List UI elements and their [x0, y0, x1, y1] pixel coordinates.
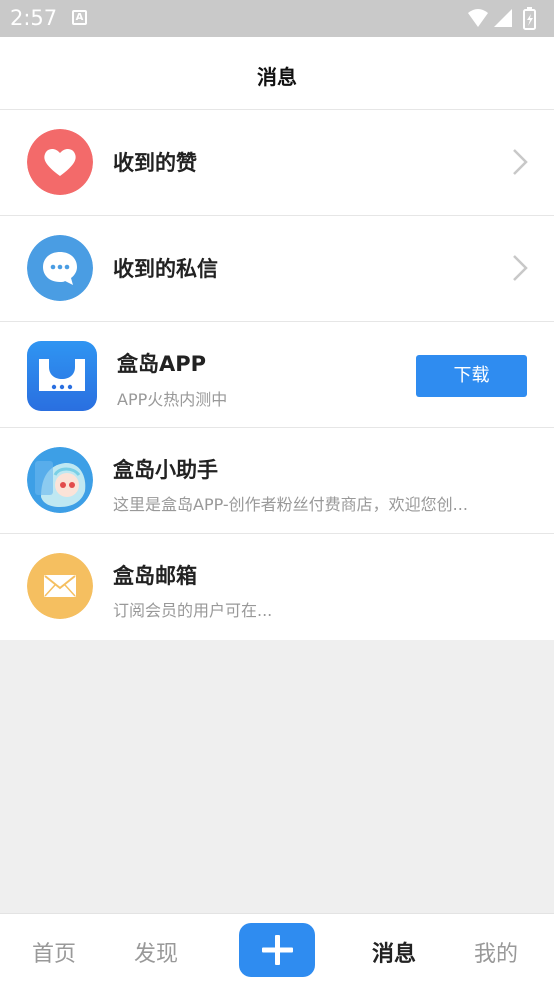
assistant-subtitle: 这里是盒岛APP-创作者粉丝付费商店，欢迎您创... — [113, 495, 468, 514]
heart-icon — [27, 129, 93, 195]
assistant-avatar-icon — [27, 447, 93, 513]
nav-messages[interactable]: 消息 — [372, 936, 416, 968]
list-item-assistant[interactable]: 盒岛小助手 这里是盒岛APP-创作者粉丝付费商店，欢迎您创... — [0, 428, 554, 534]
download-button[interactable]: 下载 — [416, 355, 527, 397]
assistant-title: 盒岛小助手 — [113, 458, 218, 482]
bottom-nav: 首页 发现 消息 我的 — [0, 913, 554, 985]
signal-icon — [494, 9, 512, 27]
status-bar: 2:57 A — [0, 0, 554, 37]
create-post-button[interactable] — [239, 923, 315, 977]
likes-title: 收到的赞 — [113, 151, 197, 175]
status-icons — [468, 7, 536, 30]
chevron-right-icon — [513, 255, 528, 281]
app-logo-icon — [27, 341, 97, 411]
mailbox-title: 盒岛邮箱 — [113, 564, 197, 588]
status-time: 2:57 — [10, 6, 58, 30]
nav-home[interactable]: 首页 — [32, 936, 76, 968]
header: 消息 — [0, 37, 554, 110]
nav-discover[interactable]: 发现 — [134, 936, 178, 968]
private-messages-title: 收到的私信 — [113, 257, 218, 281]
app-subtitle: APP火热内测中 — [117, 390, 228, 409]
wifi-icon — [468, 9, 488, 27]
battery-icon — [523, 7, 536, 30]
app-title: 盒岛APP — [117, 352, 207, 376]
notification-a-icon: A — [72, 10, 87, 25]
list-item-app[interactable]: 盒岛APP APP火热内测中 下载 — [0, 322, 554, 428]
message-list: 收到的赞 收到的私信 盒岛APP APP火热内测中 下载 盒岛小助手 这里是盒岛… — [0, 110, 554, 640]
chevron-right-icon — [513, 149, 528, 175]
mail-icon — [27, 553, 93, 619]
nav-mine[interactable]: 我的 — [474, 936, 518, 968]
list-item-private-messages[interactable]: 收到的私信 — [0, 216, 554, 322]
chat-bubble-icon — [27, 235, 93, 301]
mailbox-subtitle: 订阅会员的用户可在... — [113, 601, 273, 620]
list-item-mailbox[interactable]: 盒岛邮箱 订阅会员的用户可在... — [0, 534, 554, 640]
plus-icon — [262, 935, 293, 965]
page-title: 消息 — [257, 65, 297, 89]
list-item-likes[interactable]: 收到的赞 — [0, 110, 554, 216]
